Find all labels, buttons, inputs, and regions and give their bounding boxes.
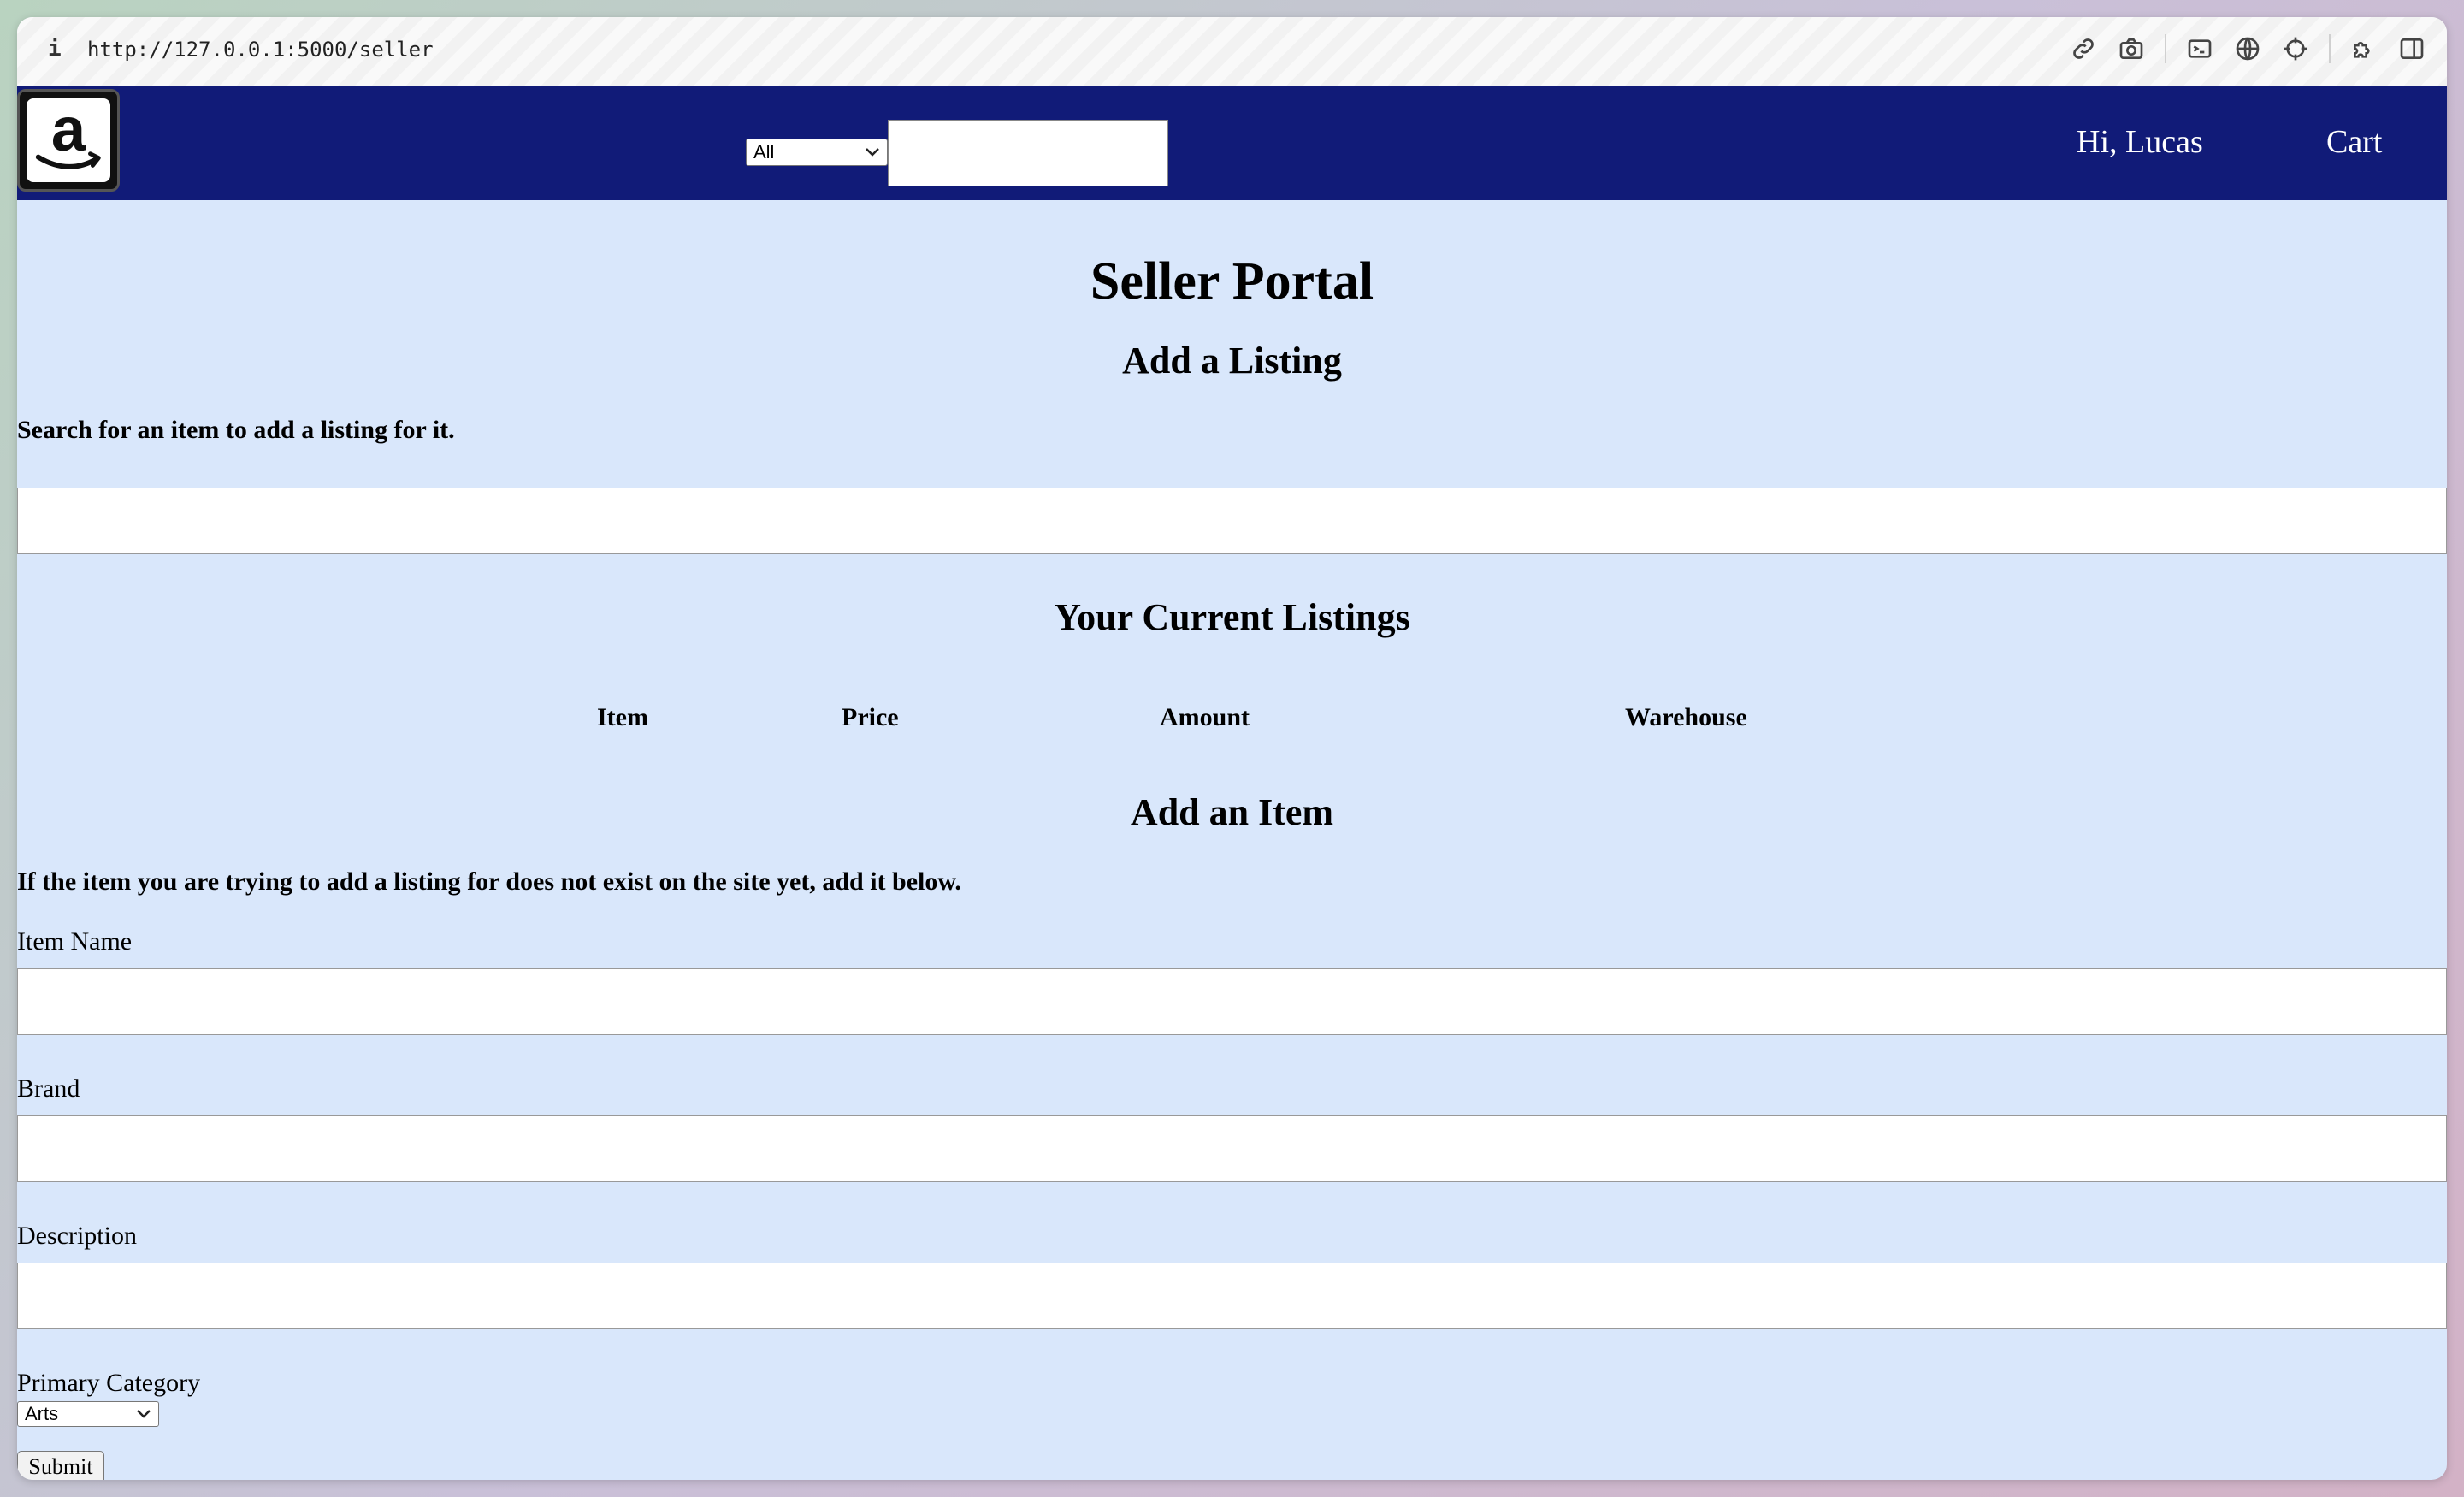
submit-button[interactable]: Submit: [17, 1451, 104, 1480]
toolbar-divider: [2329, 34, 2331, 63]
column-header-amount: Amount: [1160, 703, 1250, 731]
add-item-heading: Add an Item: [1130, 791, 1334, 833]
primary-category-select[interactable]: Arts: [17, 1401, 159, 1427]
chevron-down-icon: [866, 148, 879, 157]
extensions-icon[interactable]: [2349, 34, 2378, 63]
add-listing-instructions: Search for an item to add a listing for …: [17, 416, 455, 444]
item-name-input[interactable]: [17, 968, 2447, 1035]
site-navbar: a All Hi, Lucas Cart: [17, 86, 2447, 200]
crosshair-icon[interactable]: [2281, 34, 2310, 63]
site-info-icon[interactable]: i: [48, 36, 62, 62]
sidebar-toggle-icon[interactable]: [2397, 34, 2426, 63]
add-item-instructions: If the item you are trying to add a list…: [17, 867, 961, 896]
link-icon[interactable]: [2069, 34, 2098, 63]
primary-category-value: Arts: [25, 1403, 59, 1424]
listing-search-input[interactable]: [17, 488, 2447, 554]
description-label: Description: [17, 1222, 137, 1250]
cart-link[interactable]: Cart: [2326, 123, 2382, 161]
search-category-select[interactable]: All: [746, 139, 888, 166]
browser-toolbar: [2069, 34, 2426, 63]
search-category-value: All: [753, 141, 775, 163]
add-listing-heading: Add a Listing: [1122, 340, 1342, 382]
column-header-warehouse: Warehouse: [1625, 703, 1747, 731]
brand-input[interactable]: [17, 1115, 2447, 1182]
seller-portal-content: Seller Portal Add a Listing Search for a…: [17, 200, 2447, 1480]
page-title: Seller Portal: [1090, 252, 1374, 311]
browser-url-bar: i http://127.0.0.1:5000/seller: [17, 17, 2447, 86]
globe-icon[interactable]: [2233, 34, 2262, 63]
column-header-price: Price: [842, 703, 899, 731]
chevron-down-icon: [137, 1410, 151, 1418]
brand-label: Brand: [17, 1074, 80, 1103]
camera-icon[interactable]: [2117, 34, 2146, 63]
terminal-icon[interactable]: [2185, 34, 2214, 63]
toolbar-divider: [2165, 34, 2166, 63]
amazon-logo-icon: a: [35, 98, 101, 169]
item-name-label: Item Name: [17, 927, 133, 956]
url-text[interactable]: http://127.0.0.1:5000/seller: [87, 38, 434, 62]
svg-text:a: a: [51, 98, 86, 164]
column-header-item: Item: [597, 703, 648, 731]
user-greeting[interactable]: Hi, Lucas: [2077, 123, 2203, 161]
primary-category-label: Primary Category: [17, 1369, 201, 1397]
description-input[interactable]: [17, 1263, 2447, 1329]
amazon-logo[interactable]: a: [17, 89, 120, 192]
current-listings-heading: Your Current Listings: [1054, 596, 1410, 638]
navbar-search-input[interactable]: [888, 120, 1168, 186]
browser-window: i http://127.0.0.1:5000/seller a All Hi,…: [17, 17, 2447, 1480]
